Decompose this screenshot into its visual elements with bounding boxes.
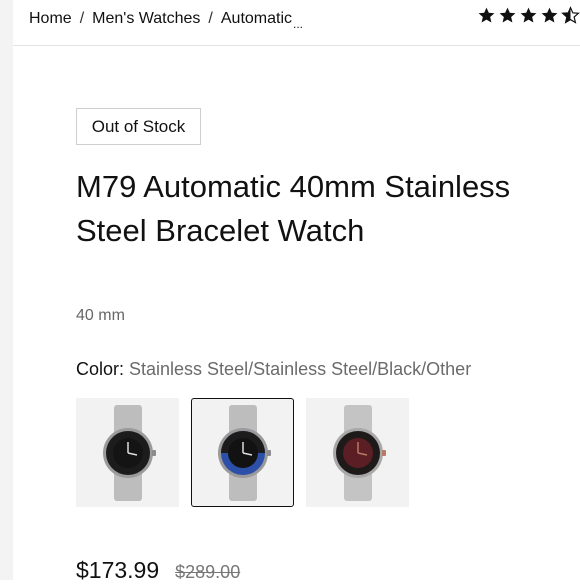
star-icon [499, 7, 516, 23]
star-half-icon [561, 6, 580, 24]
color-value: Stainless Steel/Stainless Steel/Black/Ot… [124, 359, 472, 379]
breadcrumb-ellipsis: ... [293, 17, 304, 31]
color-selection-row: Color: Stainless Steel/Stainless Steel/B… [76, 359, 471, 380]
stock-status-badge: Out of Stock [76, 108, 201, 145]
product-title: M79 Automatic 40mm Stainless Steel Brace… [76, 169, 511, 248]
swatch-burgundy[interactable] [306, 398, 409, 507]
star-icon [478, 7, 495, 23]
breadcrumb-separator: / [208, 10, 213, 27]
swatch-blue-black-bezel[interactable] [191, 398, 294, 507]
breadcrumb-home[interactable]: Home [29, 10, 72, 28]
breadcrumb-automatic[interactable]: Automatic [221, 10, 292, 28]
watch-image [332, 404, 386, 501]
rating-stars[interactable] [477, 6, 580, 25]
color-label: Color: [76, 359, 125, 379]
watch-image [217, 404, 271, 501]
star-icon [520, 7, 537, 23]
product-size: 40 mm [76, 307, 125, 324]
left-rail [0, 0, 13, 580]
breadcrumb-separator: / [79, 10, 85, 27]
watch-image [102, 404, 156, 501]
breadcrumb-mens-watches[interactable]: Men's Watches [92, 10, 200, 28]
top-bar: Home / Men's Watches / Automatic ... [13, 0, 580, 46]
breadcrumb: Home / Men's Watches / Automatic ... [29, 10, 304, 31]
color-swatches [76, 398, 409, 507]
star-icon [541, 7, 558, 23]
swatch-black-bezel[interactable] [76, 398, 179, 507]
